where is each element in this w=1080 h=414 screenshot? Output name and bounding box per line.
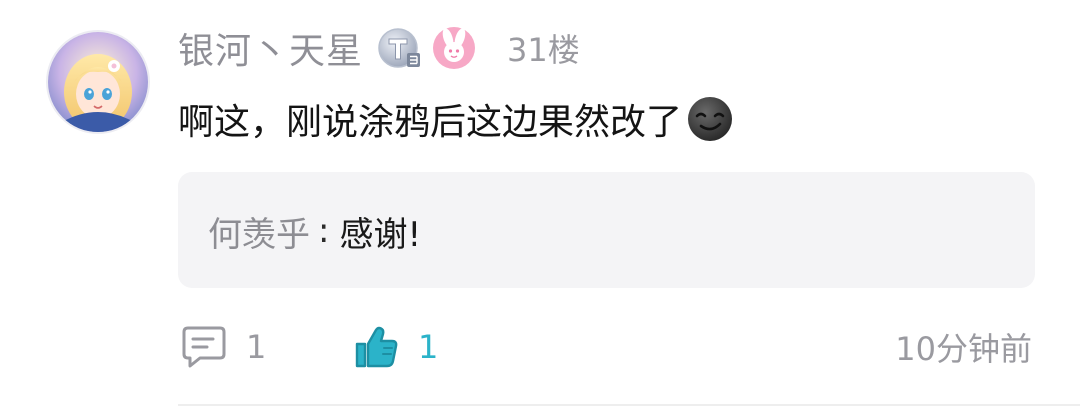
- timestamp: 10分钟前: [895, 330, 1032, 368]
- smirk-emoji-icon: [686, 95, 734, 143]
- like-button[interactable]: 1: [352, 322, 438, 372]
- comment-bubble-icon: [180, 324, 228, 370]
- comment-text: 啊这，刚说涂鸦后这边果然改了: [178, 102, 683, 143]
- level-badge-t3-icon[interactable]: [377, 25, 423, 71]
- pink-bunny-badge-icon[interactable]: [431, 25, 477, 71]
- avatar-image: [48, 32, 148, 132]
- reply-text: 感谢!: [339, 214, 422, 255]
- thumbs-up-icon: [352, 324, 400, 370]
- reply-button[interactable]: 1: [180, 322, 266, 372]
- reply-separator: :: [318, 211, 330, 251]
- like-count: 1: [418, 328, 439, 366]
- reply-preview-box[interactable]: 何羡乎 : 感谢!: [178, 172, 1035, 288]
- reply-count: 1: [246, 328, 267, 366]
- divider: [178, 404, 1080, 406]
- username[interactable]: 银河丶天星: [178, 22, 363, 74]
- floor-number: 31楼: [507, 31, 580, 69]
- comment-item: 银河丶天星 31楼 啊这，刚说涂鸦后这边果然改了 何羡乎: 感谢! 1 1 1…: [0, 0, 1080, 414]
- reply-preview: 何羡乎 : 感谢!: [208, 207, 422, 256]
- comment-header: 银河丶天星 31楼: [178, 22, 580, 74]
- comment-content: 啊这，刚说涂鸦后这边果然改了: [178, 94, 734, 144]
- avatar[interactable]: [46, 30, 150, 134]
- reply-author[interactable]: 何羡乎: [208, 207, 310, 256]
